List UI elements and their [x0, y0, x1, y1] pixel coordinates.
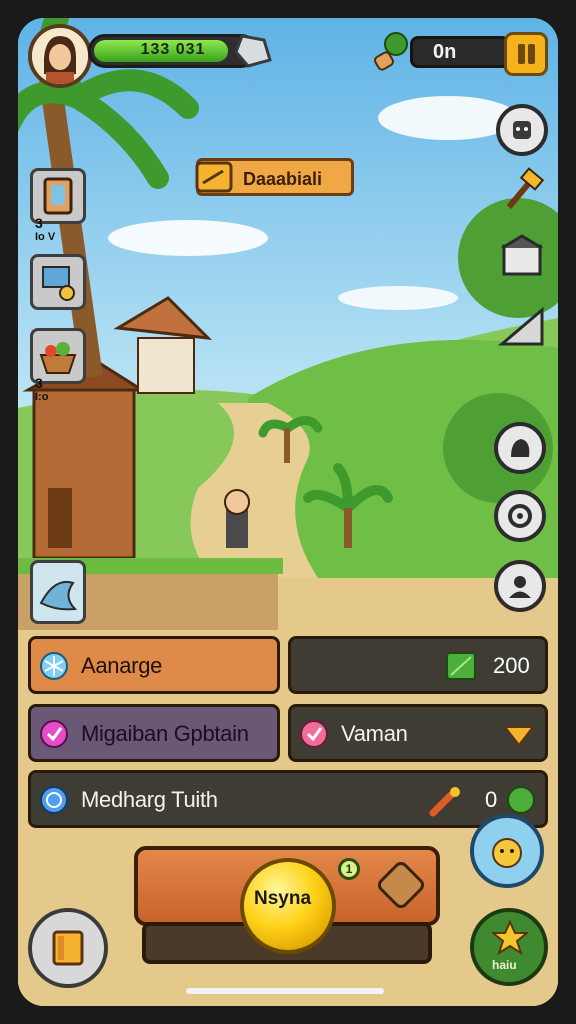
book-icon — [52, 930, 84, 966]
broccoli-resource-icon — [374, 32, 408, 71]
panel-aanarge-label: Aanarge — [81, 653, 163, 678]
slot-count: 3 — [35, 375, 43, 391]
action-badge: 1 — [338, 858, 360, 880]
panel-migaiban[interactable]: Migaiban Gpbtain — [28, 704, 280, 762]
robot-button[interactable] — [496, 104, 548, 156]
building-button[interactable] — [496, 230, 548, 282]
rewards-button[interactable]: haiu — [470, 908, 548, 986]
panel-migaiban-label: Migaiban Gpbtain — [81, 721, 249, 746]
building-icon — [501, 234, 543, 276]
rewards-label: haiu — [492, 958, 517, 972]
green-creature-icon — [507, 786, 535, 814]
food-basket-icon — [39, 342, 77, 374]
silver-gem-icon — [234, 34, 272, 68]
chevron-down-icon — [502, 726, 536, 747]
medharg-value: 0 — [485, 787, 498, 812]
quest-banner-label: Daaabiali — [243, 169, 323, 189]
pause-button[interactable] — [504, 32, 548, 76]
hammer-button[interactable] — [498, 166, 550, 218]
map-scroll-icon — [43, 177, 73, 215]
hammer-icon — [506, 167, 545, 209]
avatar-icon — [32, 28, 88, 84]
quest-scroll-icon — [195, 161, 233, 193]
inventory-slot-map[interactable]: 3 Io V — [30, 168, 86, 243]
xp-text: 133 031 — [140, 41, 206, 58]
panel-vaman[interactable]: Vaman — [288, 704, 548, 762]
animal-button[interactable] — [494, 422, 546, 474]
xp-bar: 133 031 — [88, 34, 258, 68]
inventory-slot-fish[interactable] — [30, 560, 86, 624]
profile-icon — [509, 576, 531, 598]
game-screen: 133 031 0n Daaabiali 3 Io V 3 I:o Aanarg… — [18, 18, 558, 1006]
target-icon — [508, 504, 532, 528]
slot-count: 3 — [35, 215, 43, 231]
star-icon — [492, 920, 528, 956]
fish-item-icon — [39, 581, 78, 611]
blue-orb-icon — [40, 786, 68, 814]
graph-icon — [497, 306, 544, 346]
slot-sub: I:o — [35, 391, 49, 403]
pink-orb-icon — [40, 720, 68, 748]
snowflake-icon — [40, 652, 68, 680]
target-button[interactable] — [494, 490, 546, 542]
graph-button[interactable] — [496, 300, 548, 352]
panel-vaman-label: Vaman — [341, 721, 408, 746]
heart-icon — [300, 720, 328, 748]
crate-icon — [378, 862, 424, 908]
slot-sub: Io V — [35, 231, 56, 243]
green-gem-icon — [446, 652, 476, 680]
panel-aanarge[interactable]: Aanarge — [28, 636, 280, 694]
main-action-label: Nsyna — [254, 888, 312, 909]
home-indicator[interactable] — [186, 988, 384, 994]
quest-banner[interactable]: Daaabiali — [195, 158, 354, 196]
pet-button[interactable] — [470, 814, 544, 888]
inventory-slot-food[interactable]: 3 I:o — [30, 328, 86, 403]
animal-icon — [511, 439, 530, 457]
main-action-button[interactable]: Nsyna — [240, 858, 336, 954]
profile-button[interactable] — [494, 560, 546, 612]
carrot-icon — [429, 787, 460, 817]
journal-button[interactable] — [28, 908, 108, 988]
crafting-tools-icon — [42, 266, 75, 301]
dog-face-icon — [492, 838, 522, 868]
inventory-slot-tools[interactable] — [30, 254, 86, 310]
player-avatar[interactable] — [28, 24, 92, 88]
panel-medharg[interactable]: Medharg Tuith 0 — [28, 770, 548, 828]
panel-gems: 200 — [288, 636, 548, 694]
panel-medharg-label: Medharg Tuith — [81, 787, 218, 812]
resource-counter: 0n — [410, 36, 510, 68]
robot-icon — [513, 121, 531, 139]
gem-count: 200 — [493, 653, 530, 678]
